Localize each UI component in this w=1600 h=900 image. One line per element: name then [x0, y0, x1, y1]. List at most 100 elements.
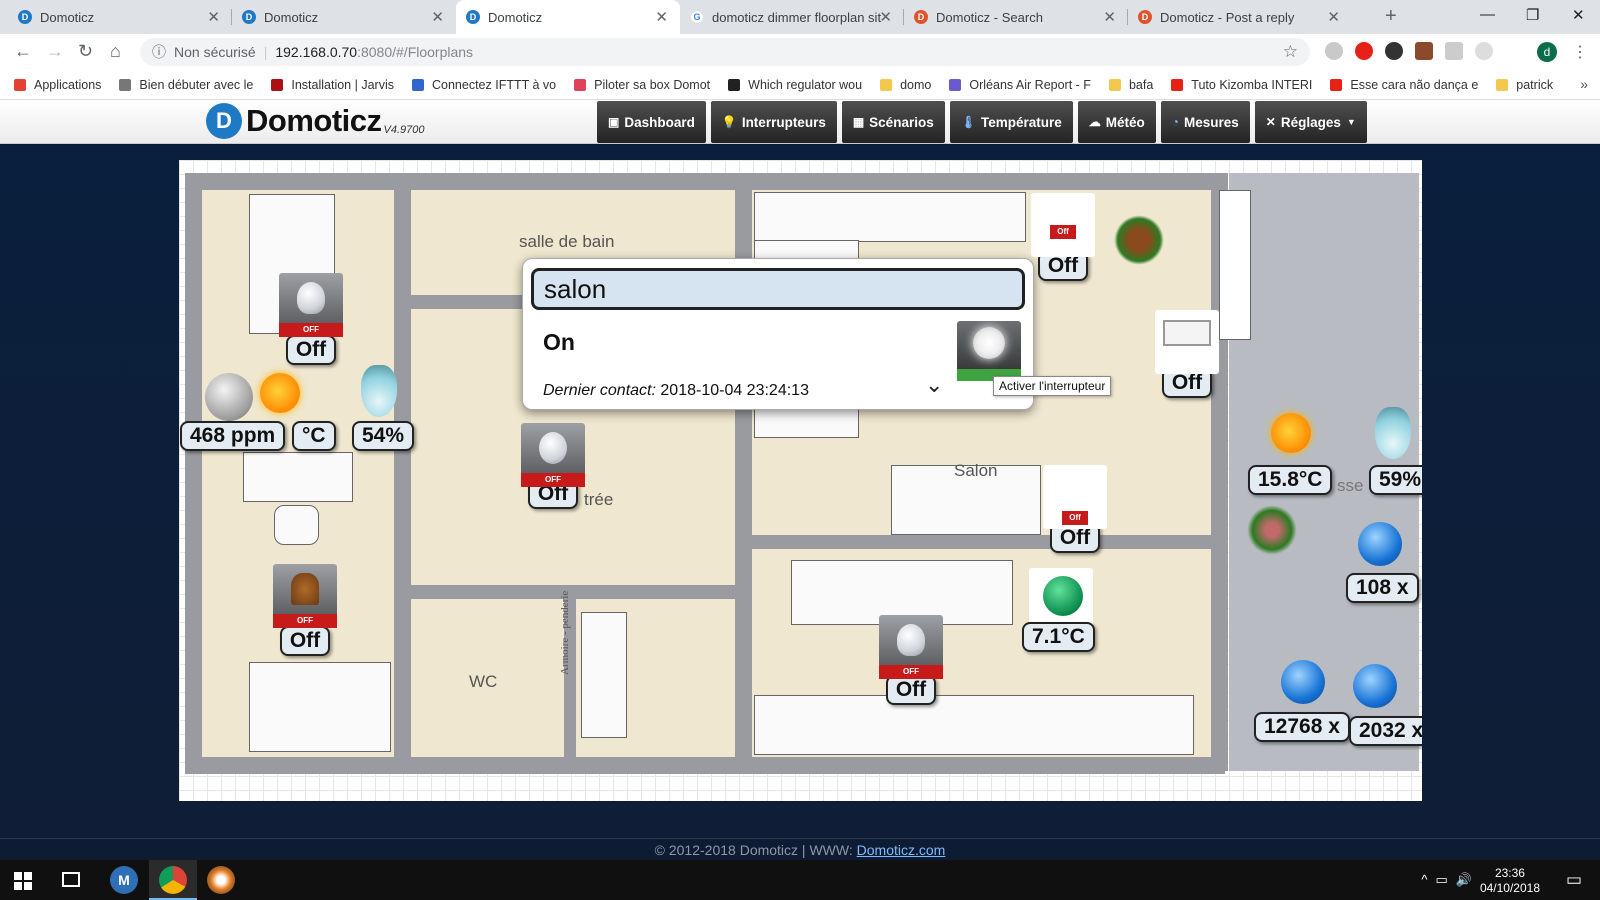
chevron-down-icon[interactable]: ⌄	[925, 372, 943, 398]
bookmark-icon	[1171, 78, 1184, 91]
bookmark-item[interactable]: domo	[880, 78, 931, 92]
bookmark-item[interactable]: Tuto Kizomba INTERI	[1171, 78, 1312, 92]
counter-value[interactable]: 12768 x	[1254, 712, 1350, 742]
floor-lamp-switch[interactable]: Off Off	[1031, 193, 1095, 281]
extension-icon[interactable]	[1385, 42, 1403, 60]
close-tab-icon[interactable]: ✕	[879, 8, 892, 26]
bookmark-label: Bien débuter avec le	[139, 77, 254, 92]
info-icon[interactable]: ⓘ	[152, 42, 166, 62]
bedroom-light-switch[interactable]: OFF Off	[279, 273, 343, 365]
bookmark-item[interactable]: Applications	[14, 78, 101, 92]
bookmark-star-icon[interactable]: ☆	[1283, 42, 1298, 62]
bookmark-item[interactable]: Installation | Jarvis	[271, 78, 394, 92]
bookmark-item[interactable]: Connectez IFTTT à vo	[411, 77, 557, 92]
nav-scenarios[interactable]: ▦ Scénarios	[841, 101, 945, 143]
footer-link[interactable]: Domoticz.com	[857, 842, 946, 858]
thermometer-icon: 🌡	[960, 115, 976, 129]
bookmark-item[interactable]: Bien débuter avec le	[119, 78, 253, 92]
close-tab-icon[interactable]: ✕	[207, 8, 220, 26]
browser-tab[interactable]: D Domoticz - Search ✕	[904, 0, 1128, 34]
bookmark-item[interactable]: Esse cara não dança e	[1330, 78, 1478, 92]
bookmark-icon	[949, 78, 962, 91]
bulb-icon: OFF	[521, 423, 585, 487]
toggle-switch-bulb-icon[interactable]	[957, 321, 1021, 381]
back-icon[interactable]: ←	[14, 41, 32, 62]
kitchen-light-switch[interactable]: OFF Off	[879, 615, 943, 705]
balcony-temperature-value[interactable]: 15.8°C	[1248, 465, 1333, 495]
counter-value[interactable]: 108 x	[1346, 573, 1419, 603]
address-bar[interactable]: ⓘ Non sécurisé | 192.168.0.70:8080/#/Flo…	[140, 38, 1310, 66]
bookmark-item[interactable]: Orléans Air Report - F	[949, 78, 1091, 92]
domoticz-favicon-icon: D	[466, 10, 480, 24]
extension-icon[interactable]	[1325, 42, 1343, 60]
notification-icon[interactable]: ▭	[1566, 870, 1582, 890]
extension-icon[interactable]	[1475, 42, 1493, 60]
device-status: Off	[279, 626, 331, 656]
kitchen-temperature-value[interactable]: 7.1°C	[1022, 622, 1095, 652]
more-bookmarks-icon[interactable]: »	[1580, 76, 1588, 92]
browser-tab[interactable]: G domoticz dimmer floorplan sit ✕	[680, 0, 904, 34]
browser-tab[interactable]: D Domoticz ✕	[232, 0, 456, 34]
nav-reglages[interactable]: ✕ Réglages ▼	[1254, 101, 1367, 143]
browser-tab[interactable]: D Domoticz - Post a reply ✕	[1128, 0, 1352, 34]
security-label: Non sécurisé	[174, 44, 256, 60]
app-m-icon[interactable]: M	[110, 866, 138, 894]
bookmark-label: Installation | Jarvis	[291, 77, 394, 92]
menu-icon[interactable]: ⋮	[1572, 42, 1588, 62]
counter-value[interactable]: 2032 x	[1349, 716, 1422, 746]
bookmark-icon	[574, 78, 587, 91]
home-icon[interactable]: ⌂	[110, 41, 121, 62]
dashboard-icon: ▣	[608, 115, 620, 129]
bulb-icon: 💡	[721, 115, 737, 129]
chrome-icon[interactable]	[159, 866, 187, 894]
reload-icon[interactable]: ↻	[78, 41, 93, 62]
new-tab-icon[interactable]: +	[1385, 5, 1397, 28]
bookmark-label: domo	[900, 77, 932, 92]
domoticz-header: D Domoticz V4.9700 ▣ Dashboard 💡 Interrupt…	[0, 100, 1600, 144]
forward-icon[interactable]: →	[46, 41, 64, 62]
bookmark-item[interactable]: Piloter sa box Domot	[574, 78, 710, 92]
bookmark-item[interactable]: Which regulator wou	[728, 78, 862, 92]
nav-meteo[interactable]: ☁ Météo	[1077, 101, 1156, 143]
nav-label: Interrupteurs	[741, 114, 826, 130]
room-label-salon: Salon	[954, 461, 998, 480]
salon-floor-lamp-switch[interactable]: Off Off	[1043, 465, 1107, 553]
nav-dashboard[interactable]: ▣ Dashboard	[597, 101, 706, 143]
bookmark-item[interactable]: bafa	[1108, 78, 1153, 92]
browser-tab[interactable]: D Domoticz ✕	[8, 0, 232, 34]
bookmark-label: Esse cara não dança e	[1350, 77, 1479, 92]
close-tab-icon[interactable]: ✕	[655, 8, 668, 26]
app-icon[interactable]	[207, 866, 235, 894]
task-view-icon[interactable]	[62, 872, 80, 887]
screen-switch[interactable]: Off	[1155, 310, 1219, 398]
pdf-icon[interactable]	[1445, 42, 1463, 60]
windows-start-icon[interactable]	[14, 872, 32, 890]
extension-icon[interactable]	[1415, 42, 1433, 60]
nav-temperature[interactable]: 🌡 Température	[949, 101, 1073, 143]
restore-icon[interactable]: ❐	[1526, 6, 1539, 24]
nav-interrupteurs[interactable]: 💡 Interrupteurs	[710, 101, 837, 143]
domoticz-favicon-icon: D	[18, 10, 32, 24]
minimize-icon[interactable]: —	[1480, 6, 1495, 23]
browser-tab-active[interactable]: D Domoticz ✕	[456, 0, 680, 34]
floorplan-page: salle de bain Salon WC Armoire - penderi…	[0, 145, 1600, 838]
domoticz-logo[interactable]: D Domoticz V4.9700	[206, 103, 424, 139]
taskbar: M ^▭🔊 23:36 04/10/2018 ▭	[0, 860, 1600, 900]
close-tab-icon[interactable]: ✕	[431, 8, 444, 26]
entree-light-switch[interactable]: OFF Off	[521, 423, 585, 509]
balcony-humidity-value[interactable]: 59%	[1369, 465, 1422, 495]
profile-avatar[interactable]: d	[1537, 42, 1557, 62]
system-tray-icons[interactable]: ^▭🔊	[1421, 872, 1480, 888]
opera-icon[interactable]	[1355, 42, 1373, 60]
bedroom-temperature-value[interactable]: °C	[292, 421, 336, 451]
close-tab-icon[interactable]: ✕	[1327, 8, 1340, 26]
co2-sensor-value[interactable]: 468 ppm	[180, 421, 286, 451]
system-clock[interactable]: 23:36 04/10/2018	[1480, 866, 1540, 896]
close-tab-icon[interactable]: ✕	[1103, 8, 1116, 26]
bedroom-humidity-value[interactable]: 54%	[352, 421, 415, 451]
bedroom-lamp-switch[interactable]: OFF Off	[273, 564, 337, 656]
close-window-icon[interactable]: ✕	[1572, 6, 1585, 24]
bookmark-item[interactable]: patrick	[1496, 78, 1553, 92]
nav-mesures[interactable]: ◔ Mesures	[1160, 101, 1250, 143]
bookmark-label: Connectez IFTTT à vo	[431, 77, 557, 92]
